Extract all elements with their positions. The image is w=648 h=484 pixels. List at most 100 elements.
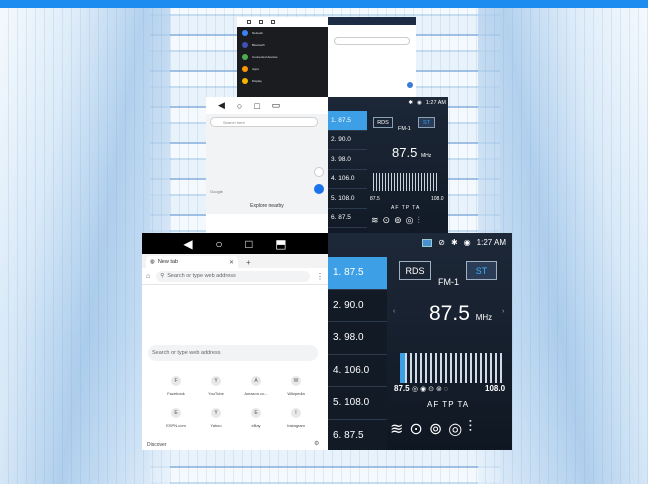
radio-icon[interactable]: ◎ bbox=[406, 215, 414, 226]
settings-item[interactable]: Display bbox=[237, 75, 328, 87]
back-icon[interactable] bbox=[247, 20, 251, 24]
home-icon[interactable] bbox=[259, 20, 263, 24]
loop-icon[interactable]: ⊙ bbox=[428, 386, 434, 393]
preset-item[interactable]: 3. 98.0 bbox=[328, 322, 387, 355]
clock: 1:27 AM bbox=[476, 238, 506, 247]
rds-button[interactable]: RDS bbox=[373, 117, 393, 128]
tuning-scale[interactable] bbox=[373, 173, 438, 191]
navigate-fab[interactable] bbox=[407, 82, 413, 88]
gear-icon[interactable]: ⚙ bbox=[314, 440, 319, 447]
radio-toolbar: ≋ ⊙ ⊚ ◎ ⫶ bbox=[371, 215, 420, 226]
top-accent-bar bbox=[0, 0, 648, 8]
preset-item[interactable]: 4. 106.0 bbox=[328, 170, 367, 189]
signal-icon[interactable]: ≋ bbox=[371, 215, 379, 226]
directions-button[interactable] bbox=[314, 184, 324, 194]
radio-panel: ⊘ ✱ ◉ 1:27 AM 1. 87.5 2. 90.0 3. 98.0 4.… bbox=[328, 233, 512, 450]
equalizer-icon[interactable]: ⫶ bbox=[468, 419, 472, 439]
recents-icon[interactable]: □ bbox=[254, 101, 259, 111]
home-icon[interactable]: ○ bbox=[237, 101, 242, 111]
radio-icon[interactable]: ◎ bbox=[448, 419, 462, 439]
preset-item[interactable]: 6. 87.5 bbox=[328, 209, 367, 228]
settings-item[interactable]: Apps bbox=[237, 63, 328, 75]
shortcut-icon: E bbox=[171, 408, 181, 418]
seek-icon[interactable]: ◉ bbox=[420, 386, 426, 393]
radio-panel-small: ✱ ◉ 1:27 AM 1. 87.5 2. 90.0 3. 98.0 4. 1… bbox=[328, 97, 448, 233]
equalizer-icon[interactable]: ⫶ bbox=[418, 215, 420, 226]
search-icon[interactable]: ⊙ bbox=[383, 215, 391, 226]
maps-search-input[interactable]: Search here bbox=[210, 117, 318, 127]
browser-panel: ◀ ○ □ ⬒ ◍ New tab ✕ + ⌂ ⚲ Search or type… bbox=[142, 233, 328, 450]
preset-list: 1. 87.5 2. 90.0 3. 98.0 4. 106.0 5. 108.… bbox=[328, 111, 367, 228]
bluetooth-icon: ✱ bbox=[408, 100, 413, 106]
screen-icon[interactable]: ⬒ bbox=[275, 237, 286, 251]
shortcut-tile[interactable]: EeBay bbox=[236, 408, 276, 428]
shortcut-tile[interactable]: W Wikipedia bbox=[276, 376, 316, 396]
tune-down-icon[interactable]: ‹ bbox=[393, 308, 395, 315]
auto-search-icon[interactable]: ⊚ bbox=[394, 215, 402, 226]
apps-icon bbox=[242, 66, 248, 72]
new-tab-button[interactable]: + bbox=[246, 258, 251, 267]
shortcut-label: eBay bbox=[251, 423, 261, 428]
page-search-input[interactable]: Search or type web address bbox=[148, 345, 318, 361]
shortcut-icon: F bbox=[171, 376, 181, 386]
search-icon: ⚲ bbox=[160, 273, 165, 279]
shortcut-tile[interactable]: A Amazon.co... bbox=[236, 376, 276, 396]
stereo-button[interactable]: ST bbox=[466, 261, 497, 280]
shortcut-tile[interactable]: Y YouTube bbox=[196, 376, 236, 396]
screen-icon[interactable]: ▭ bbox=[272, 100, 281, 111]
preset-item[interactable]: 2. 90.0 bbox=[328, 289, 387, 322]
recents-icon[interactable]: □ bbox=[245, 237, 252, 251]
home-button-icon[interactable]: ⌂ bbox=[146, 273, 150, 280]
signal-icon[interactable]: ≋ bbox=[390, 419, 403, 439]
tune-up-icon[interactable]: › bbox=[502, 308, 504, 315]
clock: 1:27 AM bbox=[425, 100, 446, 106]
layers-button[interactable] bbox=[314, 167, 324, 177]
tuning-scale[interactable] bbox=[400, 353, 504, 383]
radio-toolbar: ≋ ⊙ ⊚ ◎ ⫶ bbox=[390, 419, 472, 439]
toolbar: ⌂ ⚲ Search or type web address ⋮ bbox=[142, 268, 328, 285]
back-icon[interactable]: ◀ bbox=[218, 100, 225, 111]
map-panel-small bbox=[328, 17, 416, 97]
scan-icons: ◎ ◉ ⊙ ⊚ ◌ bbox=[412, 385, 448, 393]
auto-search-icon[interactable]: ⊚ bbox=[429, 419, 442, 439]
rds-button[interactable]: RDS bbox=[399, 261, 431, 280]
tuning-needle[interactable] bbox=[400, 353, 405, 383]
search-icon[interactable]: ⊙ bbox=[409, 419, 422, 439]
preset-item[interactable]: 5. 108.0 bbox=[328, 387, 387, 420]
preset-item[interactable]: 1. 87.5 bbox=[328, 257, 387, 290]
shortcut-tile[interactable]: F Facebook bbox=[156, 376, 196, 396]
preset-item[interactable]: 5. 108.0 bbox=[328, 189, 367, 209]
frequency-unit: MHz bbox=[475, 313, 493, 322]
settings-item[interactable]: Bluetooth bbox=[237, 39, 328, 51]
bluetooth-icon bbox=[242, 42, 248, 48]
settings-item[interactable]: Connected devices bbox=[237, 51, 328, 63]
band-label: FM-1 bbox=[398, 126, 411, 132]
recents-icon[interactable] bbox=[271, 20, 275, 24]
map-view[interactable] bbox=[206, 114, 328, 214]
address-bar[interactable]: ⚲ Search or type web address bbox=[156, 270, 310, 282]
settings-item-label: Apps bbox=[252, 67, 259, 71]
preset-item[interactable]: 2. 90.0 bbox=[328, 131, 367, 150]
search-input[interactable] bbox=[334, 37, 410, 45]
explore-nearby-label[interactable]: Explore nearby bbox=[206, 203, 328, 209]
settings-item[interactable]: Network bbox=[237, 27, 328, 39]
settings-item-label: Network bbox=[252, 31, 264, 35]
scan-icon[interactable]: ◎ bbox=[412, 386, 418, 393]
shortcut-tile[interactable]: E ESPN.com bbox=[156, 408, 196, 428]
close-tab-icon[interactable]: ✕ bbox=[229, 259, 234, 266]
home-icon[interactable]: ○ bbox=[215, 237, 222, 251]
back-icon[interactable]: ◀ bbox=[183, 237, 192, 251]
preset-item[interactable]: 3. 98.0 bbox=[328, 150, 367, 170]
shortcut-tile[interactable]: I Instagram bbox=[276, 408, 316, 428]
band-label: FM-1 bbox=[438, 277, 459, 287]
shortcut-tile[interactable]: Y Yahoo bbox=[196, 408, 236, 428]
preset-item[interactable]: 1. 87.5 bbox=[328, 111, 367, 131]
tab-strip: ◍ New tab ✕ + bbox=[142, 254, 328, 268]
menu-icon[interactable]: ⋮ bbox=[316, 272, 324, 281]
stereo-button[interactable]: ST bbox=[418, 117, 435, 128]
preset-item[interactable]: 6. 87.5 bbox=[328, 419, 387, 450]
tab-new-tab[interactable]: ◍ New tab ✕ bbox=[146, 256, 238, 268]
search-icon[interactable]: ⊚ bbox=[436, 386, 442, 393]
mode-icon[interactable]: ◌ bbox=[444, 386, 448, 393]
preset-item[interactable]: 4. 106.0 bbox=[328, 354, 387, 387]
